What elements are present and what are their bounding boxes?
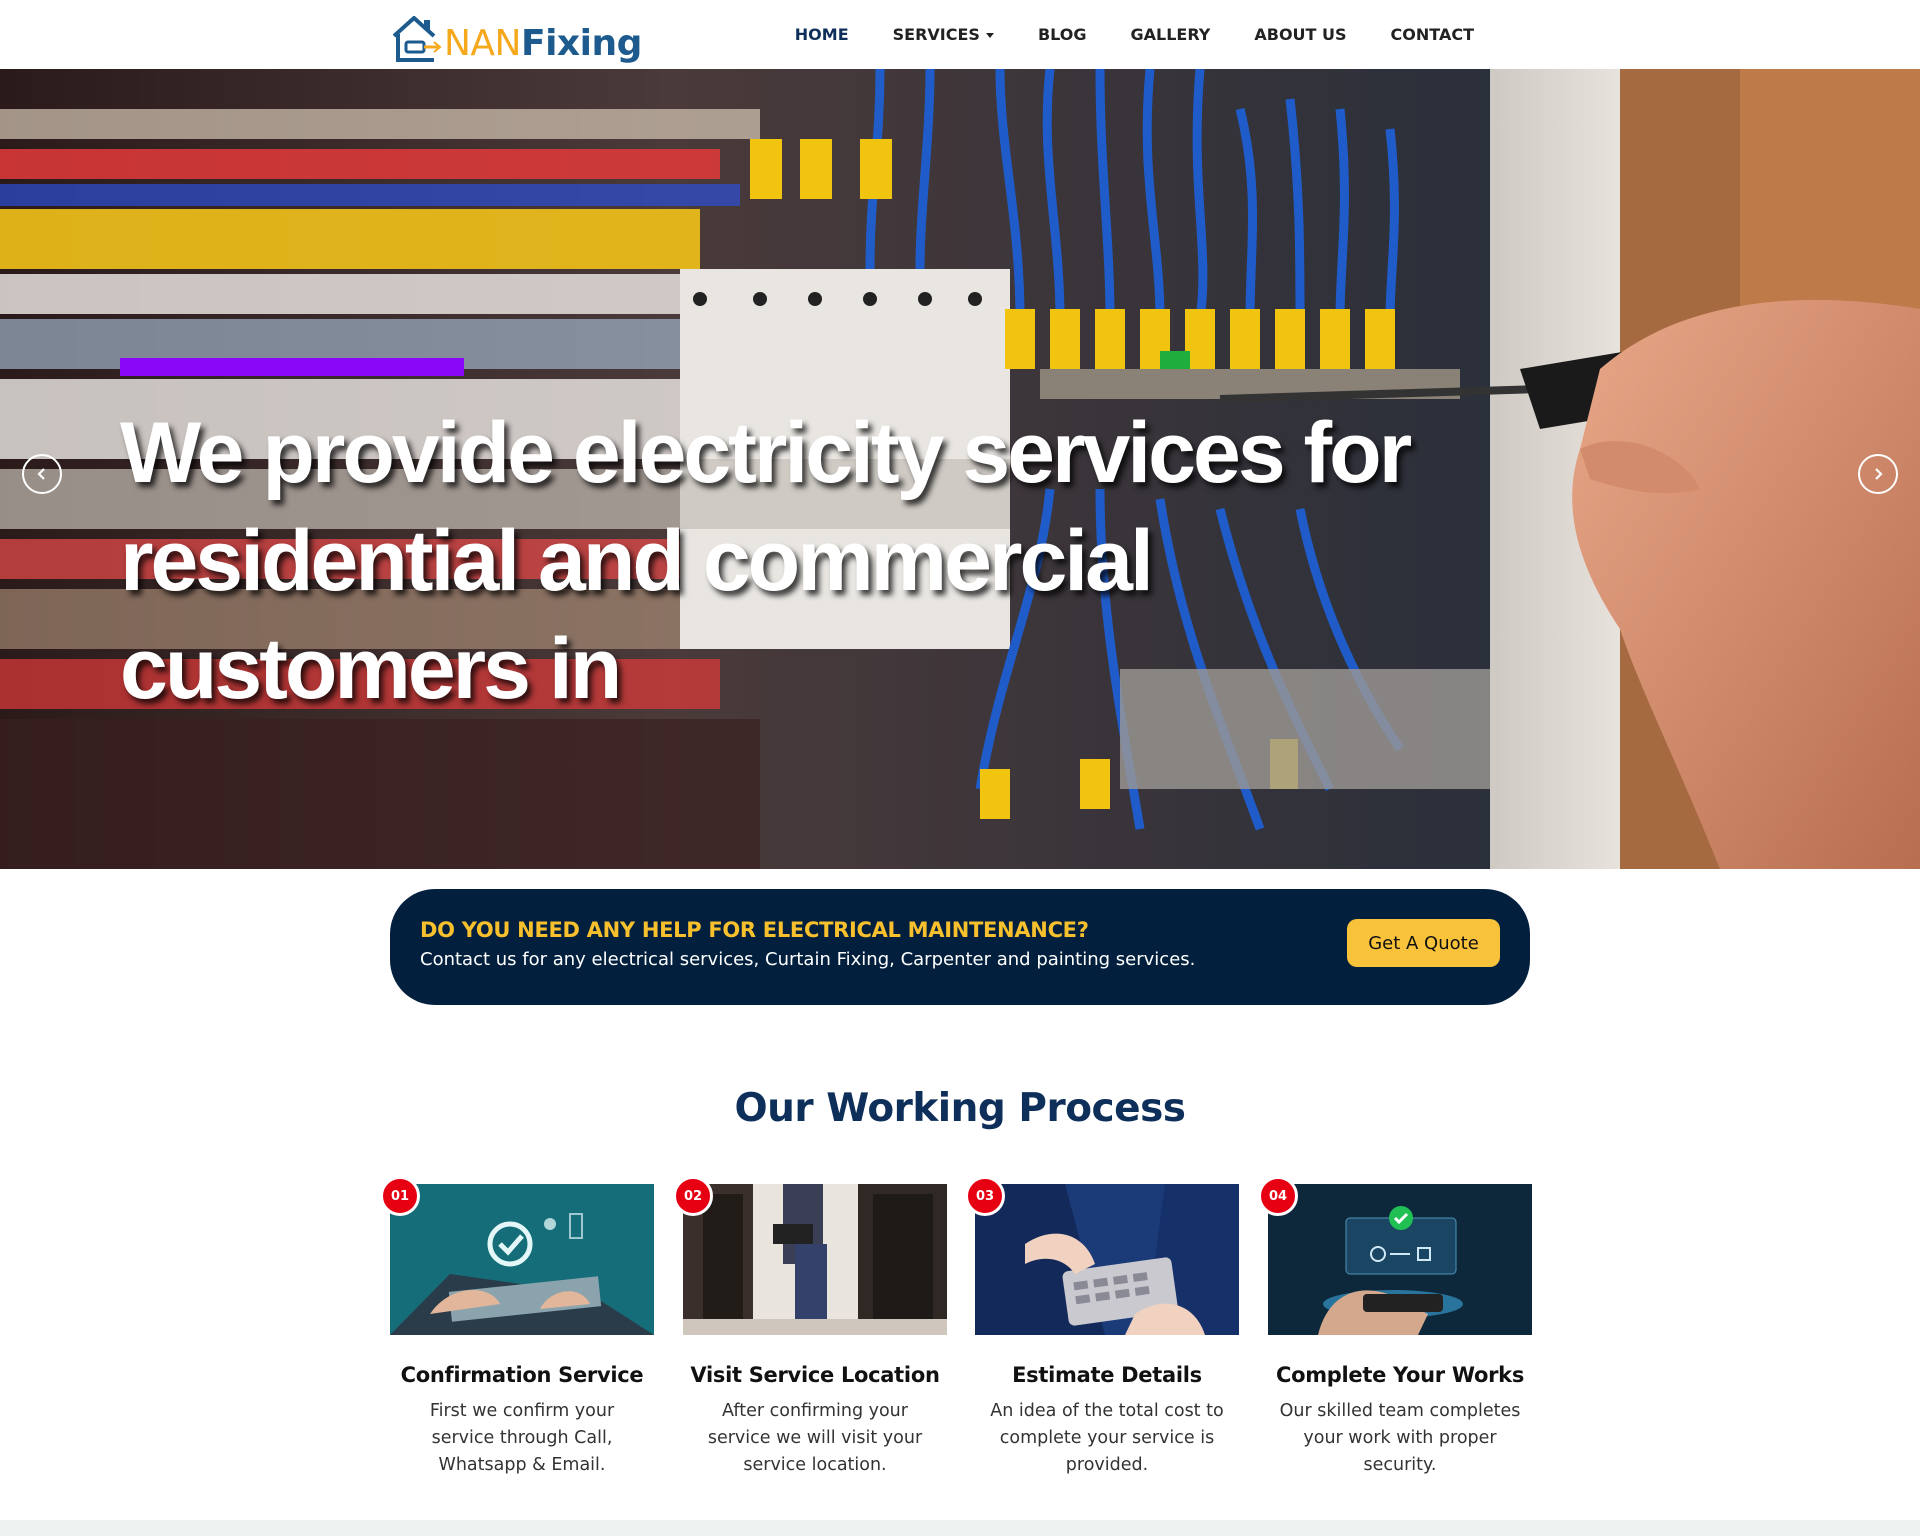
slider-prev-button[interactable]	[22, 454, 62, 494]
get-a-quote-button[interactable]: Get A Quote	[1347, 919, 1500, 967]
step-description: Our skilled team completes your work wit…	[1279, 1401, 1521, 1475]
nav-blog[interactable]: BLOG	[1016, 25, 1109, 44]
footer-strip	[0, 1520, 1920, 1536]
technician-visit-image	[683, 1184, 947, 1335]
hero-accent-bar	[120, 358, 464, 376]
nav-services[interactable]: SERVICES	[871, 25, 1016, 44]
logo-wordmark: NANFixing	[444, 26, 642, 62]
step-number-badge: 03	[965, 1176, 1005, 1216]
help-cta-banner: DO YOU NEED ANY HELP FOR ELECTRICAL MAIN…	[390, 889, 1530, 1005]
step-description: An idea of the total cost to complete yo…	[990, 1401, 1224, 1475]
step-title: Visit Service Location	[690, 1363, 940, 1387]
chevron-down-icon	[985, 33, 994, 38]
chevron-right-icon	[1875, 468, 1883, 480]
process-step-2: 02 Visit Service Location After confirmi…	[673, 1176, 947, 1475]
step-description: After confirming your service we will vi…	[707, 1401, 923, 1475]
step-number-badge: 02	[673, 1176, 713, 1216]
step-title: Complete Your Works	[1275, 1363, 1525, 1387]
calculator-estimate-image	[975, 1184, 1239, 1335]
house-plug-icon	[392, 16, 442, 62]
chevron-left-icon	[37, 468, 45, 480]
nav-services-label: SERVICES	[892, 25, 980, 44]
nav-home[interactable]: HOME	[773, 25, 871, 44]
cta-title: DO YOU NEED ANY HELP FOR ELECTRICAL MAIN…	[420, 918, 1089, 942]
hero-slider: We provide electricity services for resi…	[0, 69, 1920, 869]
step-title: Confirmation Service	[400, 1363, 644, 1387]
step-number-badge: 04	[1258, 1176, 1298, 1216]
laptop-verified-image	[390, 1184, 654, 1335]
nav-contact[interactable]: CONTACT	[1369, 25, 1496, 44]
nav-gallery[interactable]: GALLERY	[1109, 25, 1233, 44]
process-step-1: 01 Confirmation Service First we confirm…	[380, 1176, 654, 1475]
nav-about-us[interactable]: ABOUT US	[1232, 25, 1368, 44]
slider-next-button[interactable]	[1858, 454, 1898, 494]
step-description: First we confirm your service through Ca…	[429, 1401, 615, 1475]
hero-title: We provide electricity services for resi…	[120, 405, 1412, 717]
process-title: Our Working Process	[734, 1086, 1186, 1131]
site-header: NANFixing HOME SERVICES BLOG GALLERY ABO…	[0, 0, 1920, 69]
logo-text-nan: NAN	[444, 23, 522, 64]
cta-subtitle: Contact us for any electrical services, …	[420, 949, 1196, 970]
site-logo[interactable]: NANFixing	[390, 10, 642, 64]
payment-successful-image	[1268, 1184, 1532, 1335]
main-nav: HOME SERVICES BLOG GALLERY ABOUT US CONT…	[773, 0, 1496, 69]
logo-text-fixing: Fixing	[521, 23, 642, 64]
process-step-3: 03 Estimate Details An idea of the total…	[965, 1176, 1239, 1475]
step-title: Estimate Details	[1012, 1363, 1202, 1387]
process-step-4: 04 Complete Your Works Our skilled team …	[1258, 1176, 1532, 1475]
step-number-badge: 01	[380, 1176, 420, 1216]
